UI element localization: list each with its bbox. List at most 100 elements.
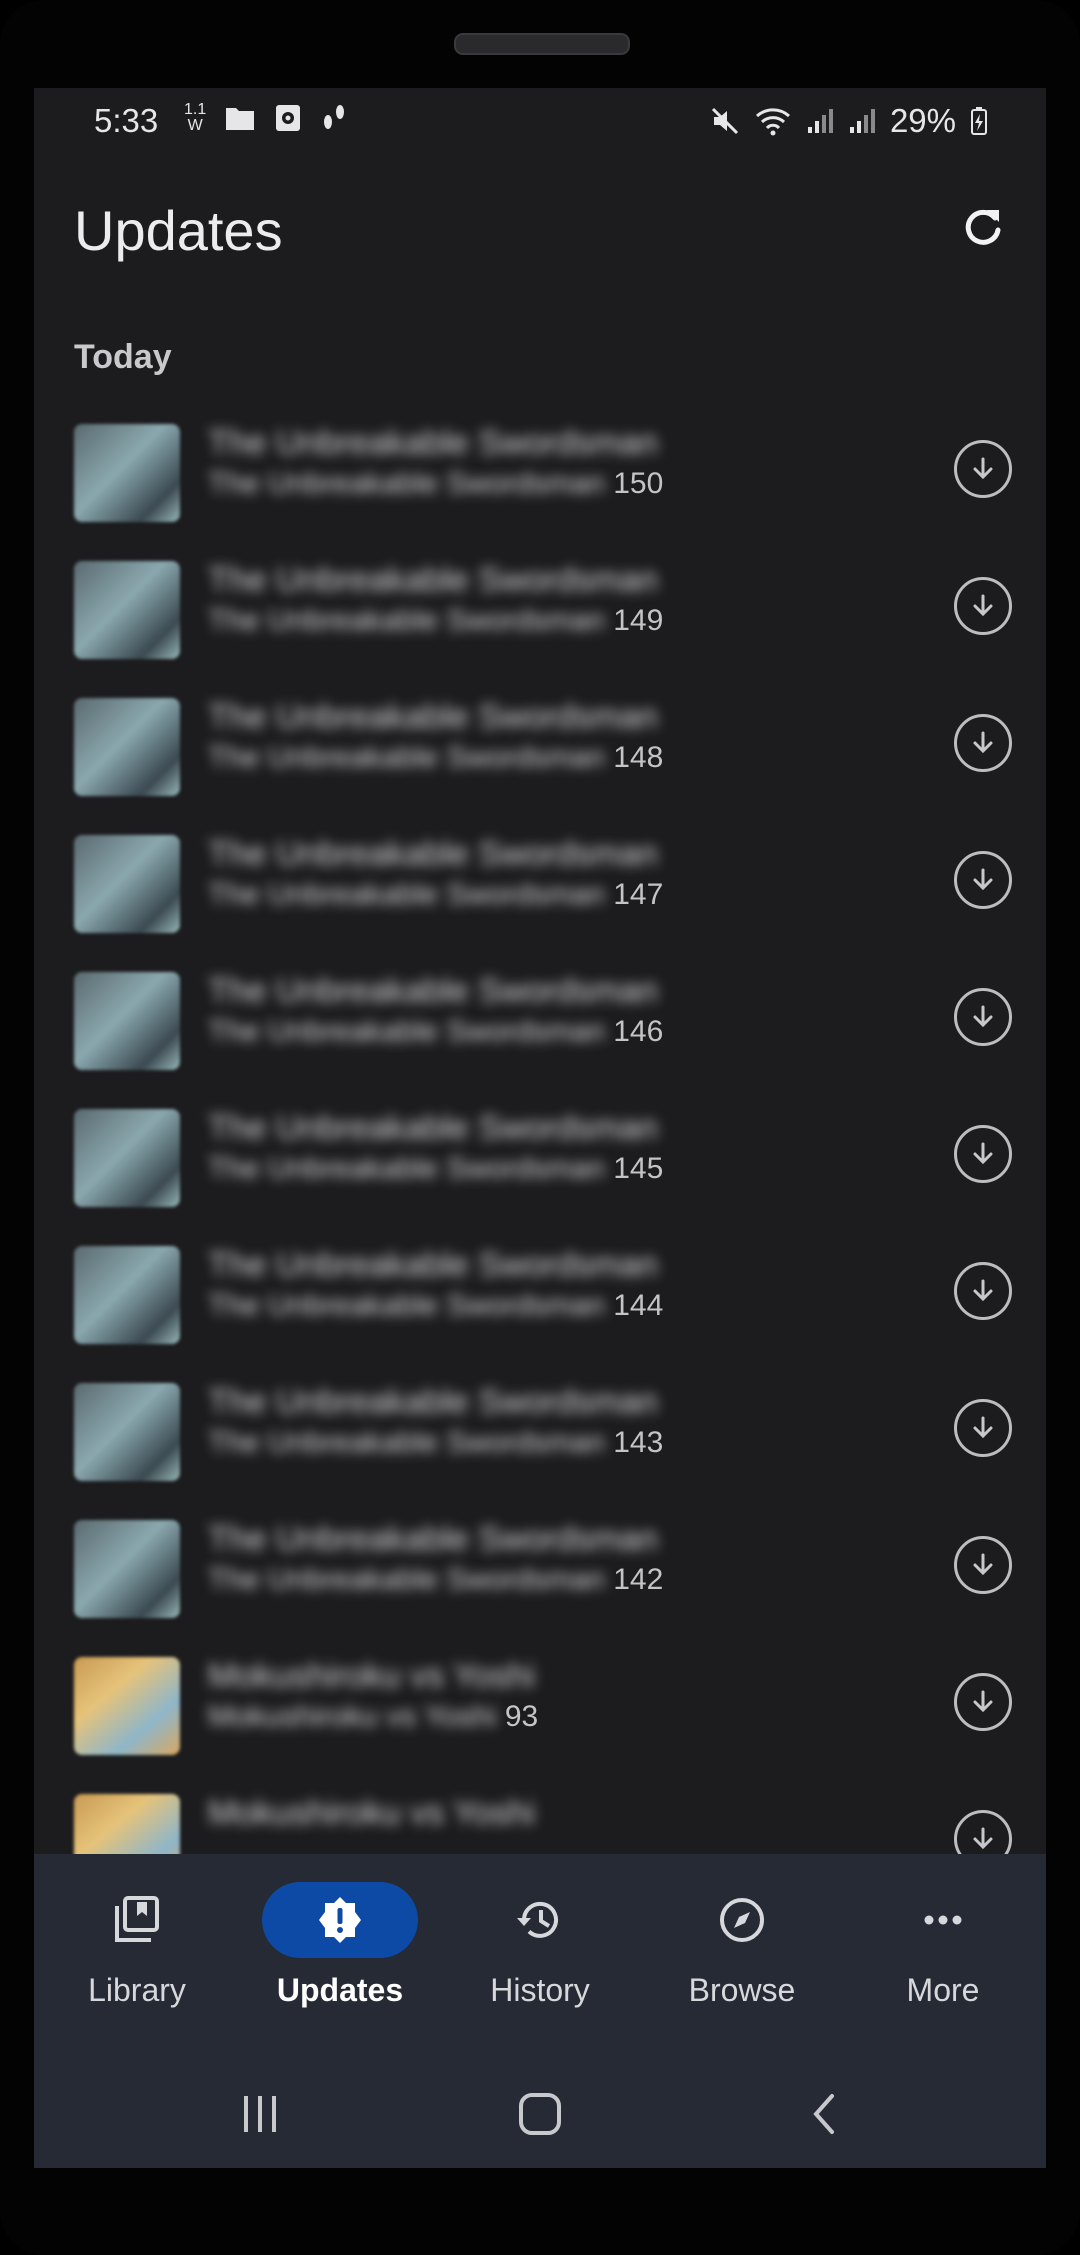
status-icons-left: 1.1 W [184,102,348,134]
nav-item-more[interactable]: More [843,1882,1043,2022]
chapter-name: The Unbreakable Swordsman [208,604,605,637]
screen: 5:33 1.1 W 29% Updates Today The Unbreak… [34,88,1046,2168]
refresh-button[interactable] [946,191,1018,263]
updates-icon [319,1897,361,1943]
chapter-number: 148 [613,741,664,774]
download-arrow-icon [973,1827,993,1850]
nav-label: Browse [688,1972,796,2008]
list-item[interactable]: The Unbreakable Swordsman The Unbreakabl… [34,1377,1046,1515]
download-button[interactable] [954,1673,1012,1731]
download-arrow-icon [973,457,993,480]
list-item[interactable]: The Unbreakable Swordsman The Unbreakabl… [34,418,1046,556]
list-item[interactable]: The Unbreakable Swordsman The Unbreakabl… [34,1514,1046,1652]
chapter-number: 145 [613,1152,664,1185]
folder-icon [226,108,255,130]
list-item[interactable]: The Unbreakable Swordsman The Unbreakabl… [34,1240,1046,1378]
manga-title: The Unbreakable Swordsman [208,972,658,1010]
item-text: Mokushiroku vs Yoshi [208,1794,535,1833]
manga-title: The Unbreakable Swordsman [208,1109,658,1147]
list-item[interactable]: Mokushiroku vs Yoshi Mokushiroku vs Yosh… [34,1651,1046,1789]
page-title: Updates [74,199,283,262]
manga-cover [74,1109,180,1207]
nav-icon-container [664,1882,820,1958]
section-header-today: Today [74,338,172,376]
item-text: The Unbreakable Swordsman The Unbreakabl… [208,835,663,912]
back-button[interactable] [794,2084,854,2144]
download-button[interactable] [954,1262,1012,1320]
nav-active-indicator [262,1882,418,1958]
item-text: The Unbreakable Swordsman The Unbreakabl… [208,1520,663,1597]
refresh-icon [965,209,1001,245]
download-arrow-icon [973,1416,993,1439]
nav-label: Updates [276,1972,404,2008]
download-button[interactable] [954,851,1012,909]
manga-title: The Unbreakable Swordsman [208,1383,658,1421]
nav-icon-container [462,1882,618,1958]
compass-icon [720,1898,764,1942]
download-button[interactable] [954,988,1012,1046]
item-text: Mokushiroku vs Yoshi Mokushiroku vs Yosh… [208,1657,538,1734]
status-time: 5:33 [94,102,159,139]
more-dots-icon [924,1915,962,1925]
battery-percent: 29% [889,102,956,139]
item-text: The Unbreakable Swordsman The Unbreakabl… [208,972,663,1049]
nav-label: More [906,1972,980,2008]
manga-title: The Unbreakable Swordsman [208,698,658,736]
recents-button[interactable] [230,2084,290,2144]
list-item[interactable]: The Unbreakable Swordsman The Unbreakabl… [34,829,1046,967]
nav-item-browse[interactable]: Browse [642,1882,842,2022]
bottom-navigation: Library Updates History Browse More [34,1854,1046,2056]
manga-cover [74,1246,180,1344]
chapter-number: 149 [613,604,664,637]
list-item[interactable]: The Unbreakable Swordsman The Unbreakabl… [34,555,1046,693]
status-icons-right: 29% [710,102,988,140]
download-button[interactable] [954,714,1012,772]
item-text: The Unbreakable Swordsman The Unbreakabl… [208,1383,663,1460]
download-button[interactable] [954,1125,1012,1183]
chapter-name: The Unbreakable Swordsman [208,1563,605,1596]
manga-title: The Unbreakable Swordsman [208,835,658,873]
manga-cover [74,424,180,522]
phone-frame: 5:33 1.1 W 29% Updates Today The Unbreak… [0,0,1080,2255]
home-button[interactable] [510,2084,570,2144]
media-icon [276,105,301,131]
chapter-name: The Unbreakable Swordsman [208,467,605,500]
chapter-name: The Unbreakable Swordsman [208,1289,605,1322]
download-arrow-icon [973,1005,993,1028]
download-button[interactable] [954,577,1012,635]
volte-bottom: W [187,117,203,134]
home-icon [519,2093,561,2135]
signal-icon [807,109,833,133]
list-item[interactable]: The Unbreakable Swordsman The Unbreakabl… [34,1103,1046,1241]
status-bar: 5:33 1.1 W 29% [34,88,1046,150]
manga-title: Mokushiroku vs Yoshi [208,1794,535,1832]
footsteps-icon [324,105,345,129]
download-button[interactable] [954,1399,1012,1457]
list-item[interactable]: The Unbreakable Swordsman The Unbreakabl… [34,966,1046,1104]
item-text: The Unbreakable Swordsman The Unbreakabl… [208,424,663,501]
chapter-number: 142 [613,1563,664,1596]
chapter-name: The Unbreakable Swordsman [208,1426,605,1459]
download-button[interactable] [954,1536,1012,1594]
chapter-name: Mokushiroku vs Yoshi [208,1700,497,1733]
library-icon [115,1896,159,1942]
chapter-number: 150 [613,467,664,500]
download-arrow-icon [973,731,993,754]
download-button[interactable] [954,440,1012,498]
manga-cover [74,698,180,796]
nav-icon-container [59,1882,215,1958]
item-text: The Unbreakable Swordsman The Unbreakabl… [208,561,663,638]
manga-title: The Unbreakable Swordsman [208,561,658,599]
manga-cover [74,561,180,659]
signal-icon-2 [849,109,875,133]
manga-cover [74,1657,180,1755]
chapter-number: 93 [504,1700,539,1733]
chapter-number: 147 [613,878,664,911]
item-text: The Unbreakable Swordsman The Unbreakabl… [208,1246,663,1323]
nav-item-history[interactable]: History [440,1882,640,2022]
nav-item-updates[interactable]: Updates [240,1882,440,2022]
chapter-number: 146 [613,1015,664,1048]
list-item[interactable]: The Unbreakable Swordsman The Unbreakabl… [34,692,1046,830]
nav-item-library[interactable]: Library [37,1882,237,2022]
download-arrow-icon [973,1279,993,1302]
